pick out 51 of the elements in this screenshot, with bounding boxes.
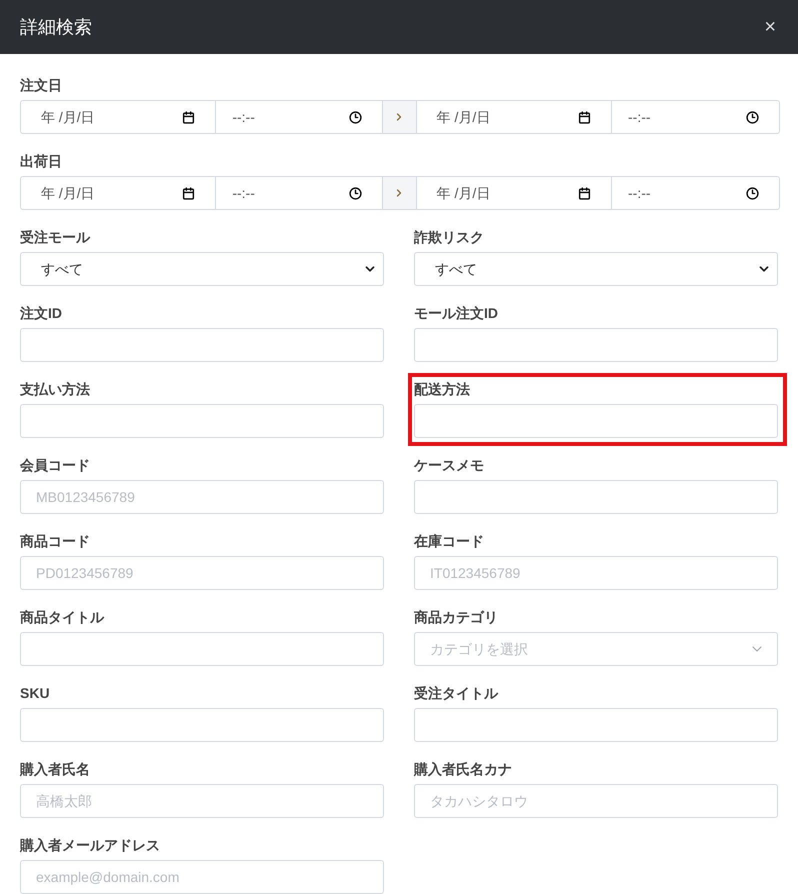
input-field[interactable] (20, 708, 384, 742)
calendar-icon (578, 186, 591, 200)
calendar-icon (578, 110, 591, 124)
field-label: 詐欺リスク (414, 230, 484, 244)
select-field[interactable]: すべて (414, 252, 778, 286)
calendar-icon (182, 110, 196, 124)
dialog-title: 詳細検索 (20, 16, 92, 38)
clock-icon (348, 186, 362, 200)
field-label: 商品コード (20, 534, 90, 548)
input-field[interactable]: PD0123456789 (20, 556, 384, 590)
input-field[interactable] (20, 404, 384, 438)
field-label: ケースメモ (414, 458, 484, 472)
input-field[interactable]: 高橋太郎 (20, 784, 384, 818)
input-field[interactable] (414, 328, 778, 362)
field-label: 商品カテゴリ (414, 610, 498, 624)
date-field[interactable]: 年 /月/日 (416, 177, 612, 209)
time-field[interactable]: --:-- (612, 177, 779, 209)
input-field[interactable]: MB0123456789 (20, 480, 384, 514)
calendar-icon (182, 186, 196, 200)
field-label: 購入者氏名カナ (414, 762, 512, 776)
field-label: SKU (20, 686, 50, 700)
input-field[interactable] (20, 328, 384, 362)
input-field[interactable] (414, 480, 778, 514)
field-label: 商品タイトル (20, 610, 104, 624)
field-label: 購入者メールアドレス (20, 838, 160, 852)
field-label: 在庫コード (414, 534, 484, 548)
input-field[interactable] (414, 708, 778, 742)
date-field[interactable]: 年 /月/日 (21, 101, 216, 133)
field-label: 受注タイトル (414, 686, 498, 700)
date-field[interactable]: 年 /月/日 (21, 177, 216, 209)
close-button[interactable]: × (764, 17, 776, 37)
clock-icon (746, 110, 759, 124)
field-label: 購入者氏名 (20, 762, 90, 776)
clock-icon (348, 110, 362, 124)
input-field[interactable] (414, 404, 778, 438)
field-label: 会員コード (20, 458, 90, 472)
select-field[interactable]: すべて (20, 252, 384, 286)
time-field[interactable]: --:-- (612, 101, 779, 133)
input-field[interactable]: IT0123456789 (414, 556, 778, 590)
field-label: 支払い方法 (20, 382, 90, 396)
date-field[interactable]: 年 /月/日 (416, 101, 612, 133)
field-label: 注文ID (20, 306, 62, 320)
field-label: 出荷日 (20, 154, 62, 168)
clock-icon (746, 186, 759, 200)
field-label: 受注モール (20, 230, 90, 244)
field-label: 注文日 (20, 78, 62, 92)
field-label: 配送方法 (414, 382, 470, 396)
field-label: モール注文ID (414, 306, 498, 320)
input-field[interactable]: example@domain.com (20, 860, 384, 894)
input-field[interactable] (20, 632, 384, 666)
input-field[interactable]: タカハシタロウ (414, 784, 778, 818)
